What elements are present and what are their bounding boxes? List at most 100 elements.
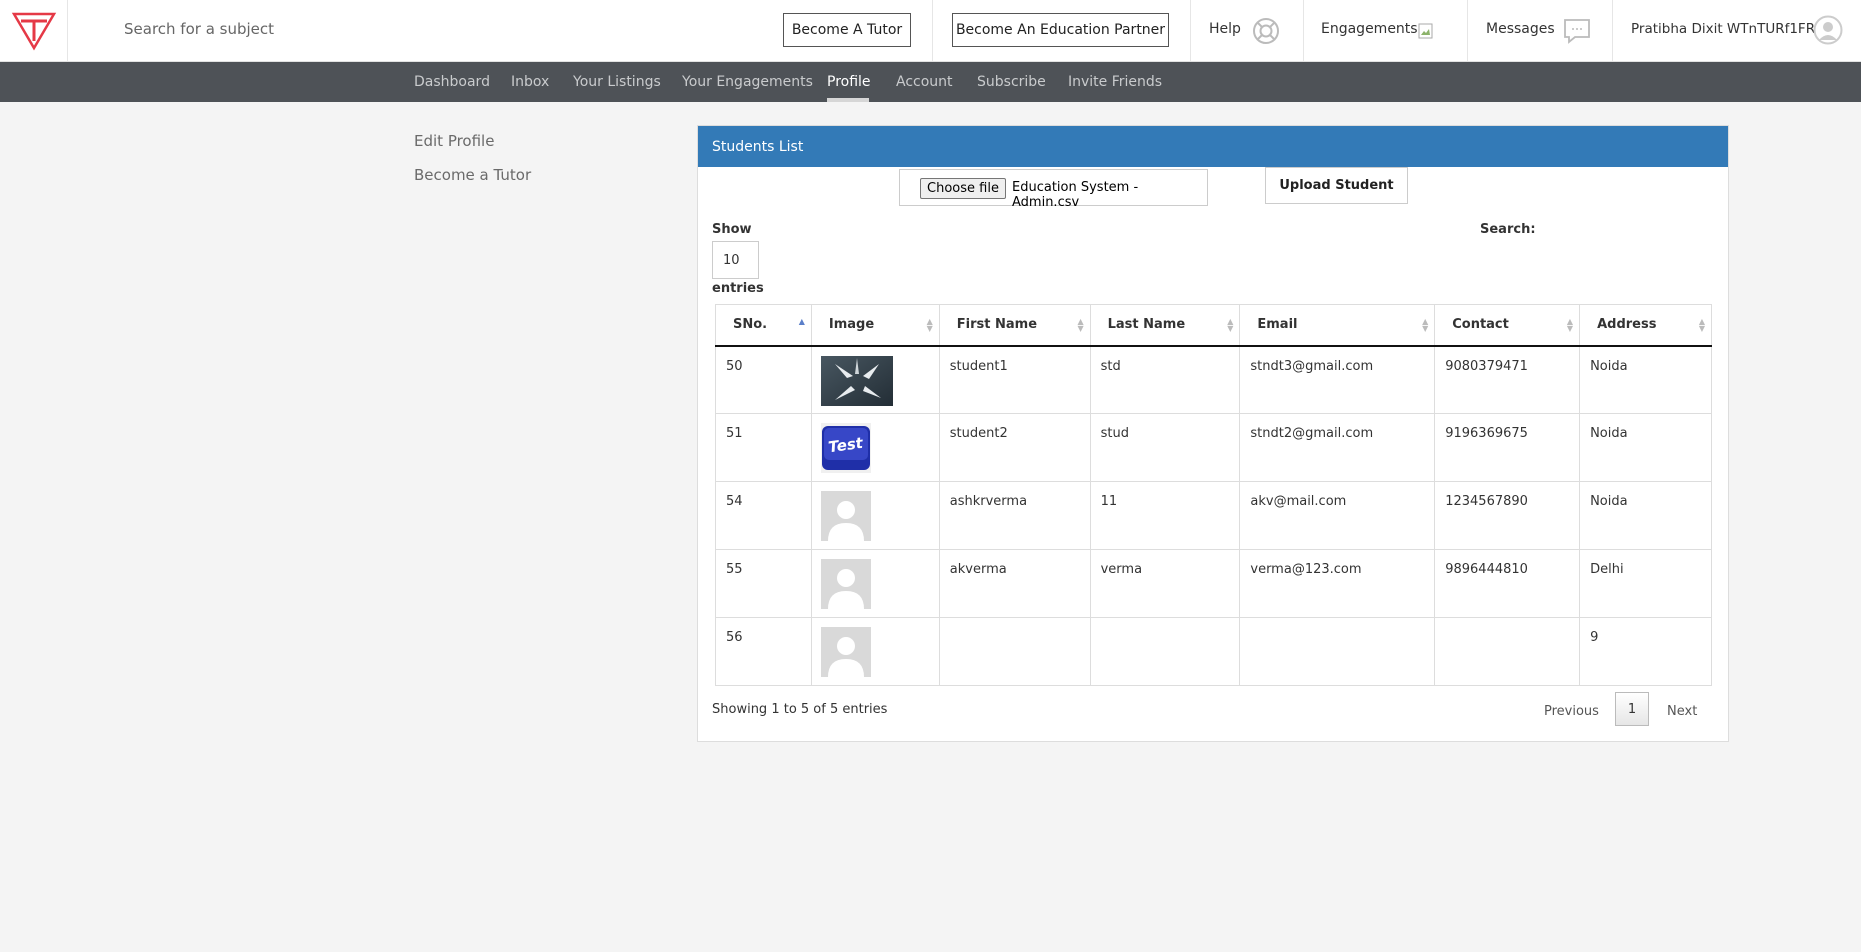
panel-title: Students List	[698, 126, 1728, 167]
search-label: Search:	[1480, 222, 1536, 237]
avatar-placeholder-icon	[820, 559, 871, 609]
choose-file-button[interactable]: Choose file	[920, 178, 1006, 199]
table-row: 51 Test student2 stud stndt2@gmail.com 9…	[715, 413, 1712, 482]
cell-last-name	[1089, 617, 1241, 686]
cell-sno: 50	[715, 345, 812, 414]
pagination-page-1[interactable]: 1	[1615, 692, 1649, 726]
cell-image	[810, 481, 940, 550]
lifebuoy-icon[interactable]	[1252, 17, 1280, 45]
cell-address: 9	[1579, 617, 1712, 686]
cell-image	[810, 345, 940, 414]
cell-sno: 51	[715, 413, 812, 482]
selected-file-name: Education System - Admin.csv	[1012, 180, 1139, 210]
col-email-header[interactable]: Email ▲ ▼	[1239, 304, 1436, 347]
cell-image	[810, 617, 940, 686]
cell-contact	[1434, 617, 1581, 686]
active-tab-indicator	[827, 98, 869, 102]
sidebar-edit-profile[interactable]: Edit Profile	[414, 132, 494, 150]
header-divider	[1612, 0, 1613, 61]
cell-contact: 9080379471	[1434, 345, 1581, 414]
cell-image: Test	[810, 413, 940, 482]
students-table: SNo. ▲ Image ▲ ▼ First Name ▲ ▼ Last Name ▲ ▼ E…	[715, 304, 1712, 686]
table-row: 54 ashkrverma 11 akv@mail.com 1234567890…	[715, 481, 1712, 550]
cell-last-name: std	[1089, 345, 1241, 414]
header-divider	[1190, 0, 1191, 61]
main-nav: Dashboard Inbox Your Listings Your Engag…	[0, 62, 1861, 102]
table-info: Showing 1 to 5 of 5 entries	[712, 702, 888, 717]
cell-contact: 1234567890	[1434, 481, 1581, 550]
show-label: Show	[712, 222, 752, 237]
top-header: Search for a subject Become A Tutor Beco…	[0, 0, 1861, 62]
cell-first-name: ashkrverma	[938, 481, 1091, 550]
cell-address: Noida	[1579, 481, 1712, 550]
user-name-link[interactable]: Pratibha Dixit WTnTURf1FR	[1631, 21, 1815, 37]
sort-asc-icon: ▲	[798, 317, 805, 326]
sort-icon: ▲ ▼	[1422, 317, 1429, 333]
nav-invite-friends[interactable]: Invite Friends	[1068, 74, 1162, 90]
students-panel: Students List Choose file Education Syst…	[697, 125, 1729, 742]
cell-contact: 9196369675	[1434, 413, 1581, 482]
messages-link[interactable]: Messages	[1486, 21, 1555, 37]
header-divider	[1303, 0, 1304, 61]
broken-image-icon	[1418, 23, 1433, 39]
become-partner-button[interactable]: Become An Education Partner	[952, 13, 1169, 47]
user-avatar-icon[interactable]	[1813, 15, 1843, 45]
nav-inbox[interactable]: Inbox	[511, 74, 549, 90]
sidebar-become-tutor[interactable]: Become a Tutor	[414, 166, 531, 184]
sort-icon: ▲ ▼	[1698, 317, 1705, 333]
engagements-link[interactable]: Engagements	[1321, 21, 1418, 37]
table-search-input[interactable]	[1558, 216, 1708, 244]
upload-student-button[interactable]: Upload Student	[1265, 167, 1408, 204]
cell-email: stndt3@gmail.com	[1239, 345, 1436, 414]
table-row: 56 9	[715, 617, 1712, 686]
nav-your-engagements[interactable]: Your Engagements	[682, 74, 813, 90]
cell-email: akv@mail.com	[1239, 481, 1436, 550]
col-sno-header[interactable]: SNo. ▲	[715, 304, 812, 347]
cell-sno: 56	[715, 617, 812, 686]
pagination-next[interactable]: Next	[1667, 704, 1697, 719]
cell-first-name	[938, 617, 1091, 686]
entries-per-page-select[interactable]: 10	[712, 241, 759, 279]
sort-icon: ▲ ▼	[1227, 317, 1234, 333]
cell-address: Delhi	[1579, 549, 1712, 618]
col-last-name-header[interactable]: Last Name ▲ ▼	[1089, 304, 1241, 347]
arrows-photo-thumbnail	[820, 355, 893, 406]
cell-first-name: akverma	[938, 549, 1091, 618]
cell-email: verma@123.com	[1239, 549, 1436, 618]
nav-dashboard[interactable]: Dashboard	[414, 74, 490, 90]
become-tutor-button[interactable]: Become A Tutor	[783, 13, 911, 47]
col-image-header[interactable]: Image ▲ ▼	[810, 304, 940, 347]
cell-last-name: verma	[1089, 549, 1241, 618]
chat-bubble-icon[interactable]	[1563, 17, 1591, 45]
site-logo[interactable]	[0, 0, 68, 61]
help-link[interactable]: Help	[1209, 21, 1241, 37]
table-row: 55 akverma verma verma@123.com 989644481…	[715, 549, 1712, 618]
avatar-placeholder-icon	[820, 627, 871, 677]
header-divider	[1467, 0, 1468, 61]
cell-sno: 54	[715, 481, 812, 550]
pagination-previous[interactable]: Previous	[1544, 704, 1599, 719]
cell-first-name: student2	[938, 413, 1091, 482]
file-upload-field[interactable]: Choose file Education System - Admin.csv	[899, 169, 1208, 210]
avatar-placeholder-icon	[820, 491, 871, 541]
table-row: 50 student1 std stndt3@gmail.com 9080379…	[715, 345, 1712, 414]
nav-your-listings[interactable]: Your Listings	[573, 74, 661, 90]
subject-search-input[interactable]: Search for a subject	[124, 20, 274, 38]
col-contact-header[interactable]: Contact ▲ ▼	[1434, 304, 1581, 347]
cell-email: stndt2@gmail.com	[1239, 413, 1436, 482]
nav-profile[interactable]: Profile	[827, 74, 871, 90]
table-header-row: SNo. ▲ Image ▲ ▼ First Name ▲ ▼ Last Name ▲ ▼ E…	[715, 304, 1712, 347]
cell-contact: 9896444810	[1434, 549, 1581, 618]
col-address-header[interactable]: Address ▲ ▼	[1579, 304, 1712, 347]
sort-icon: ▲ ▼	[1077, 317, 1084, 333]
cell-image	[810, 549, 940, 618]
nav-subscribe[interactable]: Subscribe	[977, 74, 1046, 90]
header-divider	[932, 0, 933, 61]
logo-icon	[11, 12, 56, 50]
nav-account[interactable]: Account	[896, 74, 953, 90]
cell-last-name: stud	[1089, 413, 1241, 482]
cell-address: Noida	[1579, 345, 1712, 414]
cell-sno: 55	[715, 549, 812, 618]
cell-email	[1239, 617, 1436, 686]
col-first-name-header[interactable]: First Name ▲ ▼	[938, 304, 1091, 347]
